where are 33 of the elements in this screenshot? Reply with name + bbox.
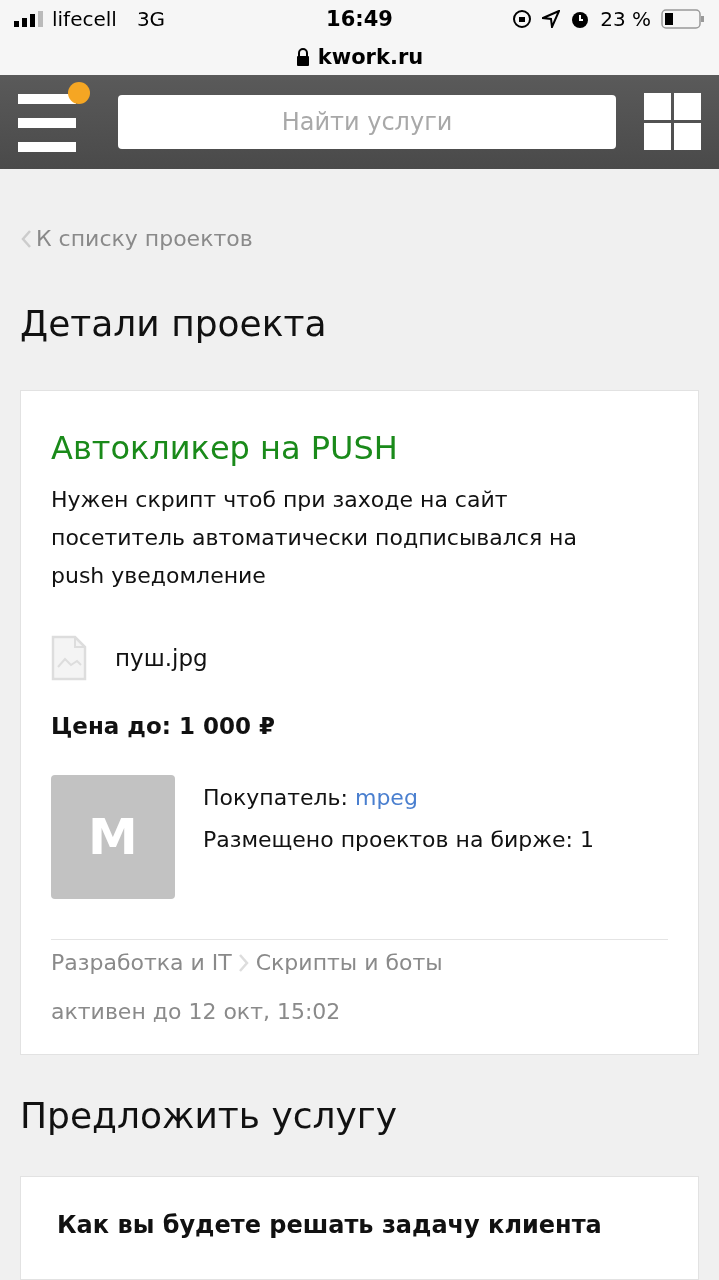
rotation-lock-icon bbox=[512, 9, 533, 29]
categories-grid-icon[interactable] bbox=[644, 93, 701, 151]
menu-button[interactable] bbox=[18, 81, 90, 154]
chevron-icon bbox=[237, 952, 250, 973]
active-until: активен до 12 окт, 15:02 bbox=[51, 999, 342, 1024]
section-heading: Предложить услугу bbox=[20, 1095, 399, 1136]
question-heading: Как вы будете решать задачу клиента bbox=[57, 1211, 603, 1239]
project-description: Нужен скрипт чтоб при заходе на сайт посетитель автоматически подписывался на push уведомление bbox=[51, 486, 578, 590]
alarm-icon bbox=[570, 9, 591, 29]
back-link[interactable]: К списку проектов bbox=[20, 226, 699, 251]
network-type: 3G bbox=[136, 7, 166, 31]
menu-icon bbox=[18, 93, 76, 152]
section-heading: Детали проекта bbox=[20, 303, 328, 344]
image-file-icon bbox=[51, 635, 87, 681]
project-title: Автокликер на PUSH bbox=[51, 429, 399, 467]
location-arrow-icon bbox=[542, 10, 561, 28]
battery-icon bbox=[661, 9, 705, 29]
buyer-stats: Размещено проектов на бирже: 1 bbox=[203, 826, 594, 854]
battery-percent: 23 % bbox=[600, 7, 651, 31]
buyer-link[interactable]: mpeg bbox=[354, 785, 418, 810]
buyer-avatar: M bbox=[51, 775, 175, 899]
lock-icon bbox=[295, 47, 310, 66]
buyer-line: Покупатель: mpeg bbox=[203, 784, 419, 812]
page-address[interactable]: kwork.ru bbox=[317, 44, 424, 69]
attachment-link[interactable]: пуш.jpg bbox=[115, 645, 208, 671]
clock: 16:49 bbox=[326, 7, 393, 31]
search-field[interactable]: Найти услуги bbox=[118, 94, 616, 149]
breadcrumb-link[interactable]: Скрипты и боты bbox=[255, 950, 443, 975]
back-chevron-icon bbox=[20, 228, 32, 249]
carrier-name: lifecell bbox=[52, 7, 117, 31]
price-label: Цена до: 1 000 ₽ bbox=[51, 713, 276, 739]
signal-icon bbox=[14, 11, 44, 27]
breadcrumb-link[interactable]: Разработка и IT bbox=[51, 950, 232, 975]
